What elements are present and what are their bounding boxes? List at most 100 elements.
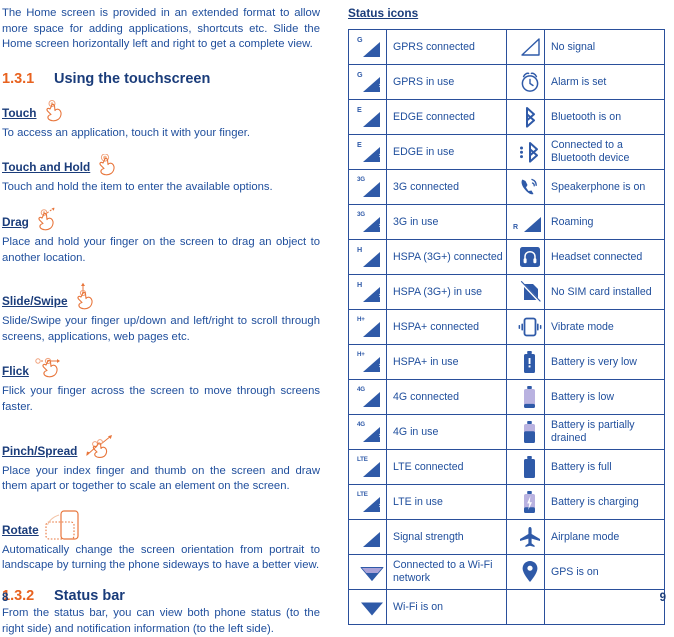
page-number-right: 9 xyxy=(659,592,666,604)
status-icon-label: Battery is charging xyxy=(544,484,665,520)
status-icons-title: Status icons xyxy=(348,6,419,20)
empty-cell xyxy=(506,589,545,625)
status-icon-label: No signal xyxy=(544,29,665,65)
status-icons-table: G GPRS connected No signal G GPRS in use Alar… xyxy=(348,29,665,625)
bluetooth-connected-icon xyxy=(506,134,545,170)
status-icon-label: LTE connected xyxy=(386,449,507,485)
table-row: 4G 4G connected Battery is low xyxy=(348,379,665,415)
battery-low-icon xyxy=(506,379,545,415)
wifi-connected-icon xyxy=(348,554,387,590)
status-icon-label: GPS is on xyxy=(544,554,665,590)
headset-icon xyxy=(506,239,545,275)
battery-very-low-icon xyxy=(506,344,545,380)
status-icon-label: 3G connected xyxy=(386,169,507,205)
gps-icon xyxy=(506,554,545,590)
right-page: Status icons G GPRS connected No signal G GP… xyxy=(340,0,674,625)
hspaplus-connected-icon: H+ xyxy=(348,309,387,345)
hspaplus-in-use-icon: H+ xyxy=(348,344,387,380)
left-page: The Home screen is provided in an extend… xyxy=(0,0,340,635)
status-icon-label: Speakerphone is on xyxy=(544,169,665,205)
gesture-text: Automatically change the screen orientat… xyxy=(2,543,320,572)
section-title: Status bar xyxy=(54,587,125,604)
gesture-text: Place and hold your finger on the screen… xyxy=(2,235,320,264)
hand-drag-icon xyxy=(35,207,73,231)
gesture-label: Touch and Hold xyxy=(2,160,91,175)
status-icon-label: Alarm is set xyxy=(544,64,665,100)
status-icon-label: GPRS connected xyxy=(386,29,507,65)
gesture-heading-touch: Touch xyxy=(2,99,320,122)
status-icon-label: Signal strength xyxy=(386,519,507,555)
battery-partial-icon xyxy=(506,414,545,450)
hand-slide-swipe-icon xyxy=(74,282,108,310)
status-icon-label: HSPA+ connected xyxy=(386,309,507,345)
table-row: 3G 3G in use R Roaming xyxy=(348,204,665,240)
edge-connected-icon: E xyxy=(348,99,387,135)
phone-rotate-icon xyxy=(45,509,91,543)
gesture-text: Slide/Swipe your finger up/down and left… xyxy=(2,315,320,343)
section-heading-touchscreen: 1.3.1 Using the touchscreen xyxy=(2,71,320,87)
hand-pinch-spread-icon xyxy=(83,434,127,460)
edge-in-use-icon: E xyxy=(348,134,387,170)
gesture-text: Touch and hold the item to enter the ava… xyxy=(2,181,273,194)
airplane-mode-icon xyxy=(506,519,545,555)
gesture-text: To access an application, touch it with … xyxy=(2,126,251,139)
hand-touch-icon xyxy=(43,99,77,122)
table-row: G GPRS connected No signal xyxy=(348,29,665,65)
signal-strength-icon xyxy=(348,519,387,555)
status-icon-label: Headset connected xyxy=(544,239,665,275)
table-row: 3G 3G connected Speakerphone is on xyxy=(348,169,665,205)
status-icon-label: HSPA (3G+) connected xyxy=(386,239,507,275)
status-icon-label: 4G in use xyxy=(386,414,507,450)
gesture-label: Rotate xyxy=(2,522,39,537)
hspa-in-use-icon: H xyxy=(348,274,387,310)
gesture-label: Pinch/Spread xyxy=(2,443,78,458)
battery-full-icon xyxy=(506,449,545,485)
gprs-in-use-icon: G xyxy=(348,64,387,100)
vibrate-icon xyxy=(506,309,545,345)
hspa-connected-icon: H xyxy=(348,239,387,275)
intro-paragraph: The Home screen is provided in an extend… xyxy=(2,7,320,51)
bluetooth-icon xyxy=(506,99,545,135)
hand-touch-hold-icon xyxy=(96,154,130,176)
status-icon-label: Connected to a Wi-Fi network xyxy=(386,554,507,590)
status-bar-paragraph: From the status bar, you can view both p… xyxy=(2,606,320,635)
roaming-icon: R xyxy=(506,204,545,240)
alarm-icon xyxy=(506,64,545,100)
status-icon-label: Wi-Fi is on xyxy=(386,589,507,625)
status-icon-label: LTE in use xyxy=(386,484,507,520)
table-row: H HSPA (3G+) connected Headset connected xyxy=(348,239,665,275)
no-sim-card-icon xyxy=(506,274,545,310)
gesture-heading-rotate: Rotate xyxy=(2,510,320,540)
gesture-heading-flick: Flick xyxy=(2,358,320,378)
section-title: Using the touchscreen xyxy=(54,70,211,87)
gesture-text: Flick your finger across the screen to m… xyxy=(2,385,320,413)
status-icon-label: No SIM card installed xyxy=(544,274,665,310)
table-row: H+ HSPA+ connected Vibrate mode xyxy=(348,309,665,345)
4g-in-use-icon: 4G xyxy=(348,414,387,450)
gesture-label: Flick xyxy=(2,364,29,379)
status-icon-label: Connected to a Bluetooth device xyxy=(544,134,665,170)
status-icon-label: Battery is full xyxy=(544,449,665,485)
section-number: 1.3.1 xyxy=(2,70,35,87)
table-row: Signal strength Airplane mode xyxy=(348,519,665,555)
status-icon-label xyxy=(544,589,665,625)
status-icon-label: 3G in use xyxy=(386,204,507,240)
table-row: H HSPA (3G+) in use No SIM card installed xyxy=(348,274,665,310)
3g-connected-icon: 3G xyxy=(348,169,387,205)
gesture-heading-drag: Drag xyxy=(2,207,320,231)
status-icon-label: Battery is low xyxy=(544,379,665,415)
gesture-heading-touch-and-hold: Touch and Hold xyxy=(2,154,320,176)
status-icon-label: Bluetooth is on xyxy=(544,99,665,135)
status-icon-label: 4G connected xyxy=(386,379,507,415)
status-icon-label: Airplane mode xyxy=(544,519,665,555)
status-icon-label: Vibrate mode xyxy=(544,309,665,345)
hand-flick-icon xyxy=(35,356,77,380)
gesture-text: Place your index finger and thumb on the… xyxy=(2,464,320,493)
status-icon-label: GPRS in use xyxy=(386,64,507,100)
4g-connected-icon: 4G xyxy=(348,379,387,415)
status-icon-label: HSPA (3G+) in use xyxy=(386,274,507,310)
section-number: 1.3.2 xyxy=(2,587,35,604)
status-icon-label: EDGE in use xyxy=(386,134,507,170)
table-row: LTE LTE connected Battery is full xyxy=(348,449,665,485)
table-row: Wi-Fi is on xyxy=(348,589,665,625)
